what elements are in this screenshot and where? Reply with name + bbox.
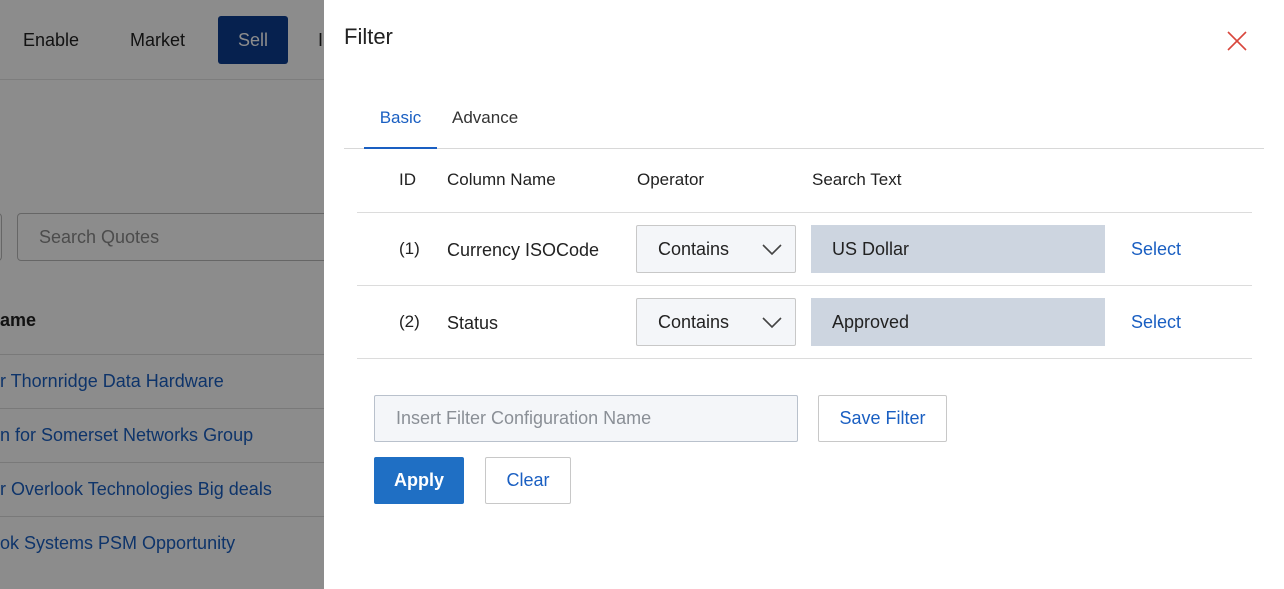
search-text-field[interactable]: Approved [811, 298, 1105, 346]
chevron-down-icon [761, 240, 783, 258]
header-search-text: Search Text [812, 170, 902, 189]
filter-row: (2) Status Contains Approved Select [357, 286, 1252, 359]
search-text-field[interactable]: US Dollar [811, 225, 1105, 273]
filter-config-name-input[interactable] [374, 395, 798, 442]
filter-row: (1) Currency ISOCode Contains US Dollar … [357, 213, 1252, 286]
filter-id: (2) [399, 312, 420, 331]
apply-button[interactable]: Apply [374, 457, 464, 504]
header-id: ID [399, 170, 416, 189]
operator-value: Contains [658, 312, 730, 332]
operator-select[interactable]: Contains [636, 225, 796, 273]
select-link[interactable]: Select [1131, 312, 1181, 333]
tab-advance[interactable]: Advance [452, 98, 518, 149]
clear-button[interactable]: Clear [485, 457, 571, 504]
close-icon[interactable] [1226, 30, 1248, 52]
filter-column-name: Currency ISOCode [447, 240, 600, 260]
operator-select[interactable]: Contains [636, 298, 796, 346]
operator-value: Contains [658, 239, 730, 259]
select-link[interactable]: Select [1131, 239, 1181, 260]
header-column-name: Column Name [447, 170, 556, 189]
chevron-down-icon [761, 313, 783, 331]
save-filter-button[interactable]: Save Filter [818, 395, 947, 442]
header-operator: Operator [637, 170, 705, 189]
filter-drawer: Filter Basic Advance ID Column Name Oper… [324, 0, 1284, 589]
tab-basic[interactable]: Basic [364, 98, 437, 149]
filter-tabs: Basic Advance [344, 98, 1264, 149]
filter-id: (1) [399, 239, 420, 258]
drawer-title: Filter [344, 24, 393, 49]
filter-column-name: Status [447, 313, 499, 333]
